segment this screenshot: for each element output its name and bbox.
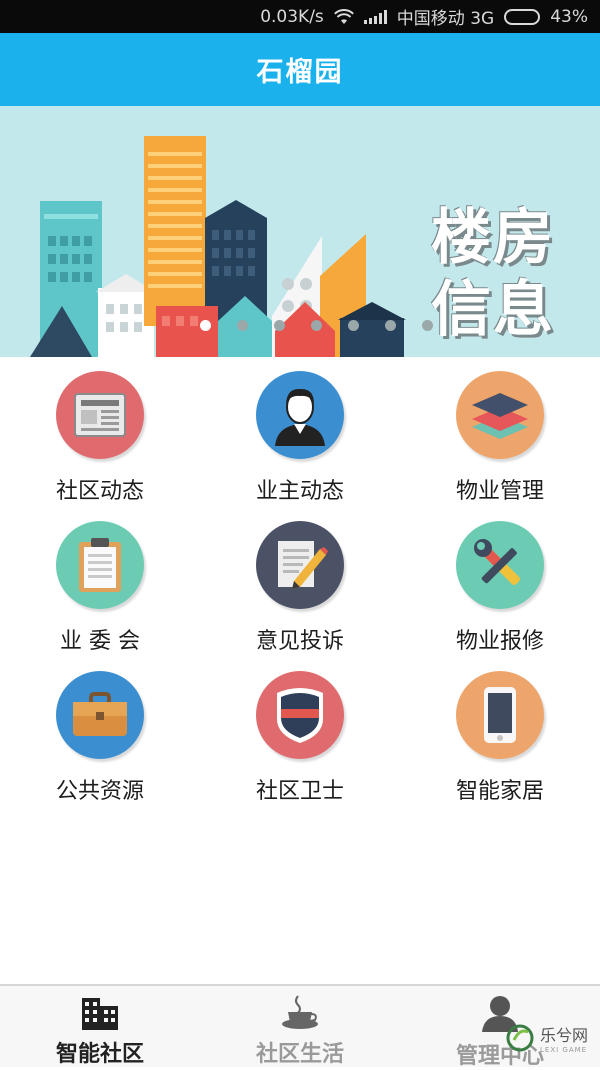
grid-item-label: 物业管理 — [455, 479, 544, 504]
grid-item-layers[interactable]: 物业管理 — [400, 357, 600, 507]
nav-tab-label: 社区生活 — [255, 1042, 344, 1067]
carousel-dot[interactable] — [200, 320, 211, 331]
grid-item-pencil-note[interactable]: 意见投诉 — [200, 507, 400, 657]
carousel-dot[interactable] — [422, 320, 433, 331]
pencil-note-icon — [256, 521, 344, 609]
grid-row: 业 委 会 意见投诉 物业报修 — [0, 507, 600, 657]
shield-icon — [256, 671, 344, 759]
grid-item-label: 业主动态 — [255, 479, 344, 504]
nav-tab-label: 智能社区 — [55, 1042, 144, 1067]
status-bar: 0.03K/s 中国移动 3G 43% — [0, 0, 600, 33]
wifi-icon — [333, 8, 354, 25]
grid-row: 社区动态 业主动态 物业管理 — [0, 357, 600, 507]
grid-item-label: 物业报修 — [455, 629, 544, 654]
clipboard-icon — [56, 521, 144, 609]
coffee-cup-icon — [280, 994, 320, 1030]
carousel-indicators — [200, 320, 433, 331]
carousel-dot[interactable] — [348, 320, 359, 331]
layers-icon — [456, 371, 544, 459]
app-header: 石榴园 — [0, 33, 600, 106]
newspaper-icon — [56, 371, 144, 459]
grid-item-label: 业 委 会 — [60, 629, 140, 654]
carrier-label: 中国移动 3G — [396, 9, 495, 29]
smartphone-icon — [456, 671, 544, 759]
banner-carousel[interactable]: 楼房 信息 — [0, 106, 600, 357]
nav-tab-buildings[interactable]: 智能社区 — [0, 986, 200, 1067]
grid-item-briefcase[interactable]: 公共资源 — [0, 657, 200, 807]
carousel-dot[interactable] — [311, 320, 322, 331]
grid-item-label: 智能家居 — [455, 779, 544, 804]
watermark-icon — [506, 1024, 534, 1052]
grid-item-label: 社区卫士 — [255, 779, 344, 804]
grid-row: 公共资源 社区卫士 智能家居 — [0, 657, 600, 807]
person-icon — [256, 371, 344, 459]
tools-icon — [456, 521, 544, 609]
grid-item-clipboard[interactable]: 业 委 会 — [0, 507, 200, 657]
network-speed: 0.03K/s — [260, 6, 324, 27]
grid-item-label: 公共资源 — [55, 779, 144, 804]
carousel-dot[interactable] — [274, 320, 285, 331]
buildings-icon — [80, 994, 120, 1030]
grid-item-label: 社区动态 — [55, 479, 144, 504]
grid-item-newspaper[interactable]: 社区动态 — [0, 357, 200, 507]
grid-item-person[interactable]: 业主动态 — [200, 357, 400, 507]
signal-icon — [363, 9, 387, 24]
battery-icon — [504, 8, 541, 25]
nav-tab-coffee-cup[interactable]: 社区生活 — [200, 986, 400, 1067]
watermark-logo: 乐兮网 LEXI GAME — [504, 1022, 588, 1054]
page-title: 石榴园 — [256, 57, 344, 88]
banner-text: 楼房 信息 — [431, 203, 555, 345]
carousel-dot[interactable] — [385, 320, 396, 331]
grid-item-label: 意见投诉 — [255, 629, 344, 654]
battery-percent: 43% — [550, 6, 588, 27]
grid-item-shield[interactable]: 社区卫士 — [200, 657, 400, 807]
feature-grid: 社区动态 业主动态 物业管理业 委 会 意见投诉 物业报修公共资源 社区卫士 智能家居 — [0, 357, 600, 807]
grid-item-smartphone[interactable]: 智能家居 — [400, 657, 600, 807]
carousel-dot[interactable] — [237, 320, 248, 331]
briefcase-icon — [56, 671, 144, 759]
grid-item-tools[interactable]: 物业报修 — [400, 507, 600, 657]
